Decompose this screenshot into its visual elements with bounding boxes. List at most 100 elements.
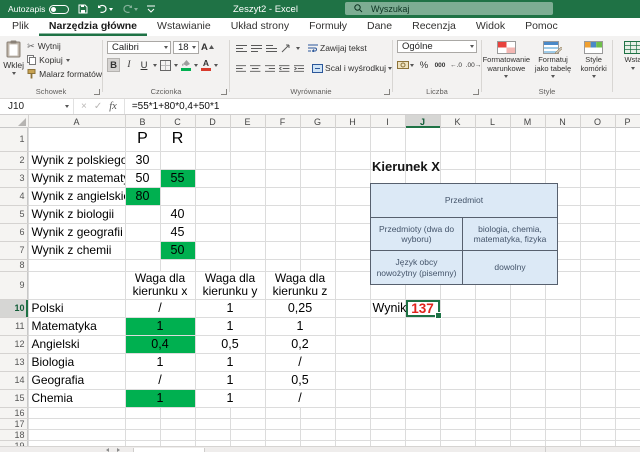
cell-weight-header-x[interactable]: Waga dla kierunku x xyxy=(125,271,195,299)
cell[interactable] xyxy=(405,429,440,440)
fill-color-dropdown-icon[interactable] xyxy=(194,64,198,67)
row-header-10-selected[interactable]: 10 xyxy=(0,299,28,317)
cell-a13-label[interactable]: Biologia xyxy=(28,353,125,371)
cell[interactable] xyxy=(440,299,475,317)
next-sheet-icon[interactable] xyxy=(117,448,120,452)
undo-dropdown-icon[interactable] xyxy=(109,8,113,11)
col-header-e[interactable]: E xyxy=(230,115,265,128)
paste-dropdown-icon[interactable] xyxy=(12,72,16,75)
cell[interactable] xyxy=(405,407,440,418)
cell[interactable] xyxy=(230,418,265,429)
select-all-corner[interactable] xyxy=(0,115,28,128)
cell[interactable] xyxy=(545,353,580,371)
align-top-icon[interactable] xyxy=(236,44,247,53)
cell-a6-label[interactable]: Wynik z geografii xyxy=(28,223,125,241)
row-header-7[interactable]: 7 xyxy=(0,241,28,259)
number-dialog-launcher[interactable] xyxy=(473,89,479,95)
col-header-h[interactable]: H xyxy=(335,115,370,128)
cell[interactable] xyxy=(300,429,335,440)
cell[interactable] xyxy=(545,151,580,169)
cell[interactable] xyxy=(125,205,160,223)
cell[interactable]: 1 xyxy=(195,371,265,389)
cell-c7-value-highlighted[interactable]: 50 xyxy=(160,241,195,259)
col-header-d[interactable]: D xyxy=(195,115,230,128)
cell[interactable] xyxy=(405,128,440,151)
cell[interactable] xyxy=(195,151,230,169)
cell[interactable] xyxy=(510,151,545,169)
cell[interactable] xyxy=(300,128,335,151)
cell[interactable] xyxy=(370,335,405,353)
cell[interactable] xyxy=(475,299,510,317)
cell-styles-button[interactable]: Style komórki xyxy=(576,36,612,78)
row-header-17[interactable]: 17 xyxy=(0,418,28,429)
font-size-combo[interactable]: 18 xyxy=(173,41,199,54)
cell[interactable] xyxy=(615,407,640,418)
cell[interactable] xyxy=(230,205,265,223)
cell[interactable] xyxy=(545,407,580,418)
cell[interactable] xyxy=(580,128,615,151)
align-middle-icon[interactable] xyxy=(251,44,262,53)
cell[interactable] xyxy=(370,407,405,418)
cell[interactable] xyxy=(300,241,335,259)
cell[interactable] xyxy=(265,169,300,187)
cell[interactable]: 0,5 xyxy=(195,335,265,353)
insert-function-icon[interactable]: fx xyxy=(109,101,117,112)
cell[interactable] xyxy=(580,389,615,407)
row-header-13[interactable]: 13 xyxy=(0,353,28,371)
cell[interactable] xyxy=(230,151,265,169)
cell[interactable] xyxy=(440,317,475,335)
cell-a11-label[interactable]: Matematyka xyxy=(28,317,125,335)
merge-center-button[interactable]: Scal i wyśrodkuj xyxy=(312,61,392,75)
cell[interactable] xyxy=(545,299,580,317)
cell[interactable] xyxy=(195,205,230,223)
cell[interactable] xyxy=(335,389,370,407)
formula-input[interactable]: =55*1+80*0,4+50*1 xyxy=(125,101,220,112)
cell[interactable] xyxy=(615,205,640,223)
cell[interactable] xyxy=(370,317,405,335)
cell[interactable] xyxy=(510,389,545,407)
cell[interactable] xyxy=(195,223,230,241)
cell[interactable] xyxy=(28,128,125,151)
align-left-icon[interactable] xyxy=(236,64,246,73)
cell[interactable] xyxy=(195,429,230,440)
cell[interactable] xyxy=(615,389,640,407)
row-header-5[interactable]: 5 xyxy=(0,205,28,223)
cell[interactable]: 1 xyxy=(125,353,195,371)
orientation-dropdown-icon[interactable] xyxy=(296,47,300,50)
cell[interactable] xyxy=(440,429,475,440)
underline-button[interactable]: U xyxy=(138,58,150,72)
cell[interactable] xyxy=(370,418,405,429)
quick-access-menu-icon[interactable] xyxy=(147,5,155,13)
name-box-dropdown-icon[interactable] xyxy=(65,105,69,108)
wrap-text-button[interactable]: Zawijaj tekst xyxy=(308,41,367,55)
cell[interactable] xyxy=(230,187,265,205)
cell[interactable] xyxy=(335,187,370,205)
fill-color-button[interactable] xyxy=(181,59,191,71)
col-header-k[interactable]: K xyxy=(440,115,475,128)
cell[interactable] xyxy=(370,389,405,407)
cell[interactable] xyxy=(475,407,510,418)
cell[interactable] xyxy=(580,407,615,418)
cell[interactable] xyxy=(440,418,475,429)
align-right-icon[interactable] xyxy=(265,64,275,73)
cell[interactable] xyxy=(545,335,580,353)
undo-button[interactable] xyxy=(97,4,113,14)
row-header-1[interactable]: 1 xyxy=(0,128,28,151)
cell[interactable] xyxy=(335,317,370,335)
tab-wstawianie[interactable]: Wstawianie xyxy=(147,19,221,36)
col-header-i[interactable]: I xyxy=(370,115,405,128)
cell[interactable] xyxy=(405,418,440,429)
cell[interactable] xyxy=(615,259,640,271)
cell[interactable] xyxy=(580,429,615,440)
align-center-icon[interactable] xyxy=(250,64,260,73)
cell[interactable] xyxy=(230,169,265,187)
cell[interactable] xyxy=(440,335,475,353)
cell[interactable] xyxy=(230,128,265,151)
cell[interactable] xyxy=(510,429,545,440)
cell[interactable] xyxy=(615,299,640,317)
cell-a15-label[interactable]: Chemia xyxy=(28,389,125,407)
cell[interactable] xyxy=(580,151,615,169)
cell[interactable] xyxy=(370,371,405,389)
cell[interactable] xyxy=(125,259,160,271)
cell[interactable]: / xyxy=(265,353,335,371)
